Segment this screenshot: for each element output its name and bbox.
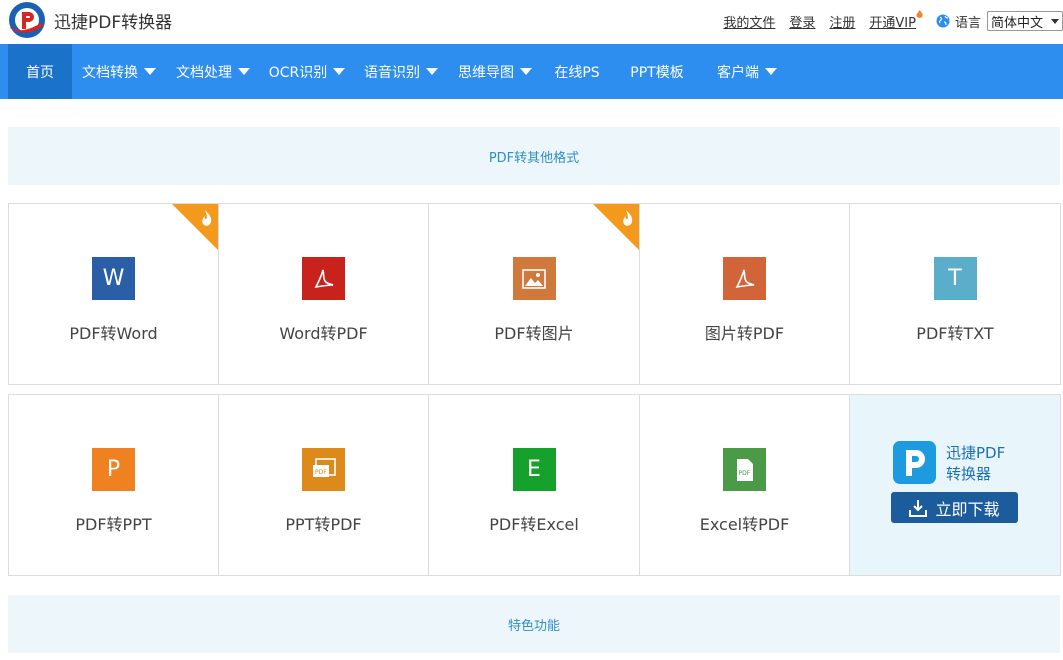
login-link[interactable]: 登录 — [789, 12, 815, 31]
nav-item[interactable]: 文档处理 — [166, 44, 260, 99]
chevron-down-icon — [520, 68, 532, 75]
tool-card-label: PDF转TXT — [916, 324, 994, 343]
nav-item-label: 首页 — [26, 64, 54, 81]
app-name: 迅捷PDF 转换器 — [946, 443, 1005, 485]
nav-item-label: 语音识别 — [364, 64, 420, 81]
chevron-down-icon — [1051, 18, 1059, 24]
vip-link-label: 开通VIP — [869, 15, 916, 31]
tool-card-label: PDF转Excel — [489, 515, 579, 534]
icon-letter: P — [106, 457, 121, 482]
language-select[interactable]: 简体中文 — [987, 11, 1063, 31]
chevron-down-icon — [144, 68, 156, 75]
nav-item-label: 思维导图 — [458, 64, 514, 81]
nav-item-label: 文档转换 — [82, 64, 138, 81]
main-nav: 首页 文档转换 文档处理 OCR识别 语音识别 思维导图 在线PS PPT模板 客户端 — [0, 44, 1063, 99]
hot-corner-flame-icon — [172, 204, 218, 250]
nav-item-label: PPT模板 — [630, 64, 684, 81]
letter-p-icon: P — [92, 448, 135, 491]
tool-card[interactable]: E PDF转Excel — [429, 395, 640, 575]
tool-card-label: PPT转PDF — [285, 515, 362, 534]
brand-name[interactable]: 迅捷PDF转换器 — [54, 8, 172, 33]
language-select-value: 简体中文 — [991, 15, 1044, 31]
ppt-pdf-icon: PDF — [302, 448, 345, 491]
vip-link[interactable]: 开通VIP — [869, 9, 923, 31]
tool-card[interactable]: W PDF转Word — [9, 204, 219, 384]
nav-item[interactable]: 语音识别 — [354, 44, 448, 99]
section-banner-features: 特色功能 — [8, 595, 1060, 653]
tool-card[interactable]: 图片转PDF — [640, 204, 850, 384]
my-files-link[interactable]: 我的文件 — [723, 12, 775, 31]
chevron-down-icon — [765, 68, 777, 75]
pdf-acrobat-icon — [723, 257, 766, 300]
nav-item-label: OCR识别 — [268, 64, 328, 81]
app-name-line1: 迅捷PDF — [946, 444, 1006, 462]
tool-grid-row-2: P PDF转PPT PDF PPT转PDF E PDF转Excel PDF Excel转PDF… — [8, 394, 1061, 576]
nav-item[interactable]: OCR识别 — [260, 44, 354, 99]
tool-card-label: Word转PDF — [279, 324, 368, 343]
svg-text:PDF: PDF — [738, 470, 750, 477]
nav-items: 首页 文档转换 文档处理 OCR识别 语音识别 思维导图 在线PS PPT模板 客户端 — [8, 44, 792, 99]
icon-letter: T — [948, 266, 962, 291]
globe-icon — [936, 14, 950, 28]
nav-item-label: 在线PS — [554, 64, 600, 81]
icon-letter: W — [102, 266, 125, 291]
hot-corner-flame-icon — [593, 204, 639, 250]
pdf-file-icon: PDF — [723, 448, 766, 491]
chevron-down-icon — [333, 68, 346, 75]
icon-letter: E — [527, 457, 541, 482]
tool-card[interactable]: T PDF转TXT — [850, 204, 1060, 384]
tool-card-label: PDF转Word — [69, 324, 158, 343]
nav-item[interactable]: 客户端 — [702, 44, 792, 99]
flame-icon — [916, 9, 923, 18]
nav-item[interactable]: 文档转换 — [72, 44, 166, 99]
tool-grid-row-1: W PDF转Word Word转PDF PDF转图片 图片转PDF T PDF转TXT — [8, 203, 1061, 385]
image-icon — [512, 257, 556, 300]
tool-card[interactable]: P PDF转PPT — [9, 395, 219, 575]
download-icon — [909, 499, 928, 517]
nav-item[interactable]: 思维导图 — [448, 44, 542, 99]
tool-card-label: PDF转PPT — [75, 515, 152, 534]
top-links: 我的文件 登录 注册 开通VIP 语言 简体中文 — [723, 9, 1063, 32]
letter-w-icon: W — [92, 257, 135, 300]
register-link[interactable]: 注册 — [829, 12, 855, 31]
section-banner-pdf-to-other: PDF转其他格式 — [8, 127, 1060, 185]
letter-e-icon: E — [512, 448, 556, 491]
nav-item[interactable]: 在线PS — [542, 44, 612, 99]
chevron-down-icon — [238, 68, 250, 75]
tool-card[interactable]: Word转PDF — [219, 204, 429, 384]
language-switcher: 语言 简体中文 — [936, 11, 1063, 31]
pdf-acrobat-icon — [302, 257, 345, 300]
tool-card-label: 图片转PDF — [704, 324, 785, 343]
top-bar: 迅捷PDF转换器 我的文件 登录 注册 开通VIP 语言 简体中文 — [0, 0, 1063, 44]
brand-logo-icon[interactable] — [8, 1, 46, 39]
tool-card[interactable]: PDF PPT转PDF — [219, 395, 429, 575]
nav-item[interactable]: 首页 — [8, 44, 72, 99]
nav-item-label: 文档处理 — [176, 64, 232, 81]
nav-item-label: 客户端 — [717, 64, 759, 81]
app-logo-icon — [893, 441, 936, 484]
svg-text:PDF: PDF — [315, 469, 327, 476]
section-title: PDF转其他格式 — [488, 150, 580, 166]
section-title: 特色功能 — [507, 618, 560, 634]
language-label: 语言 — [954, 15, 981, 31]
tool-card-label: PDF转图片 — [494, 324, 574, 343]
letter-t-icon: T — [933, 257, 977, 300]
nav-item[interactable]: PPT模板 — [612, 44, 702, 99]
download-button[interactable]: 立即下载 — [891, 492, 1018, 523]
download-button-label: 立即下载 — [935, 499, 1000, 519]
tool-card[interactable]: PDF Excel转PDF — [640, 395, 850, 575]
tool-card-label: Excel转PDF — [699, 515, 790, 534]
download-card: 迅捷PDF 转换器立即下载 — [850, 395, 1060, 575]
chevron-down-icon — [426, 68, 438, 75]
tool-card[interactable]: PDF转图片 — [429, 204, 640, 384]
app-name-line2: 转换器 — [946, 465, 992, 483]
